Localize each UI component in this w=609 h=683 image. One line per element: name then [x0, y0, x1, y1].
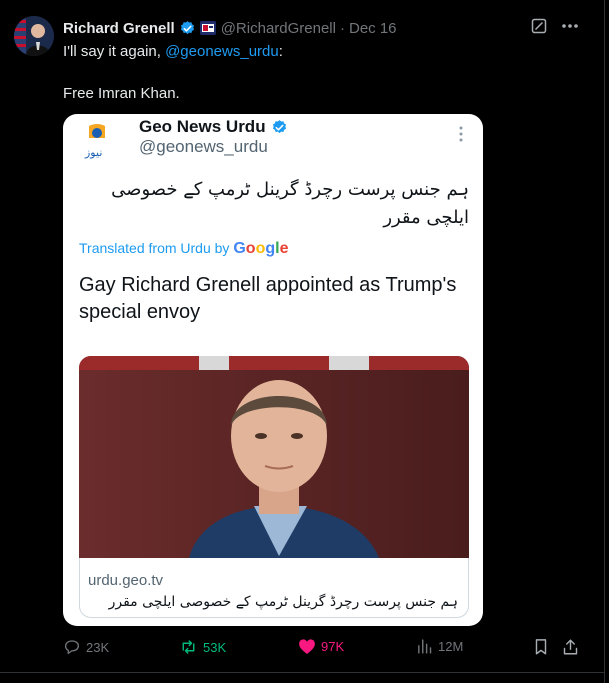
grok-icon[interactable] — [531, 18, 547, 34]
mention-link[interactable]: @geonews_urdu — [165, 43, 279, 60]
verified-badge-icon — [179, 20, 196, 37]
tweet-text-prefix: I'll say it again, — [63, 43, 166, 60]
tweet-line-2: Free Imran Khan. — [63, 85, 180, 102]
more-icon[interactable] — [561, 23, 579, 29]
tweet-action-bar: 23K 53K 97K 12M — [63, 638, 583, 660]
google-letter: o — [245, 240, 256, 257]
google-letter: G — [233, 240, 246, 257]
share-button[interactable] — [562, 638, 579, 656]
views-count: 12M — [438, 639, 464, 654]
repost-count: 53K — [203, 639, 227, 655]
translated-text: Gay Richard Grenell appointed as Trump's… — [79, 274, 457, 323]
bookmark-button[interactable] — [533, 638, 549, 656]
frame-border-right — [604, 0, 605, 683]
verified-badge-icon — [271, 119, 288, 136]
like-icon — [299, 639, 315, 654]
tweet-text: I'll say it again, @geonews_urdu: Free I… — [63, 42, 583, 104]
views-icon — [418, 639, 432, 654]
tweet-date[interactable]: Dec 16 — [349, 20, 397, 37]
tweet-line-1: I'll say it again, @geonews_urdu: — [63, 42, 583, 62]
bookmark-icon — [535, 639, 547, 655]
tweet-text-suffix: : — [278, 43, 283, 60]
logo-text: نیوز — [84, 146, 102, 159]
reply-button[interactable]: 23K — [63, 638, 109, 656]
share-icon — [563, 639, 578, 655]
flag-icon — [199, 21, 216, 35]
embedded-name-text: Geo News Urdu — [139, 117, 266, 136]
news-photo — [79, 356, 469, 558]
translation-label: Translated from Urdu by Google — [79, 240, 288, 258]
embedded-author-handle: @geonews_urdu — [139, 137, 268, 156]
views-button[interactable]: 12M — [416, 638, 463, 655]
google-letter: e — [279, 240, 289, 257]
like-button[interactable]: 97K — [298, 638, 344, 655]
reply-icon — [64, 640, 80, 655]
embedded-urdu-text: ہم جنس پرست رچرڈ گرینل ٹرمپ کے خصوصی ایل… — [111, 179, 469, 228]
reply-count: 23K — [86, 639, 110, 655]
embedded-post-image[interactable]: نیوز Geo News Urdu @geonews_urdu ہم جنس … — [63, 114, 483, 626]
google-letter: g — [265, 240, 276, 257]
author-name[interactable]: Richard Grenell — [63, 20, 175, 37]
google-letter: o — [255, 240, 266, 257]
frame-border-bottom — [0, 672, 605, 673]
translation-prefix: Translated from Urdu by — [79, 240, 234, 256]
link-title: ہم جنس پرست رچرڈ گرینل ٹرمپ کے خصوصی ایل… — [108, 594, 458, 610]
tweet-header: Richard Grenell @RichardGrenell · Dec 16 — [63, 18, 397, 38]
link-preview-footer: urdu.geo.tv ہم جنس پرست رچرڈ گرینل ٹرمپ … — [79, 558, 469, 618]
tweet-top-actions — [531, 18, 579, 34]
repost-button[interactable]: 53K — [179, 638, 226, 656]
google-logo: Google — [233, 240, 288, 257]
link-domain: urdu.geo.tv — [88, 572, 164, 589]
author-avatar[interactable] — [14, 16, 54, 56]
geo-news-logo: نیوز — [79, 120, 127, 162]
author-handle[interactable]: @RichardGrenell — [221, 20, 336, 37]
embedded-author-name: Geo News Urdu — [139, 117, 288, 137]
embedded-more-icon — [459, 126, 463, 147]
separator-dot: · — [339, 19, 345, 37]
repost-icon — [182, 640, 195, 654]
like-count: 97K — [321, 639, 345, 654]
